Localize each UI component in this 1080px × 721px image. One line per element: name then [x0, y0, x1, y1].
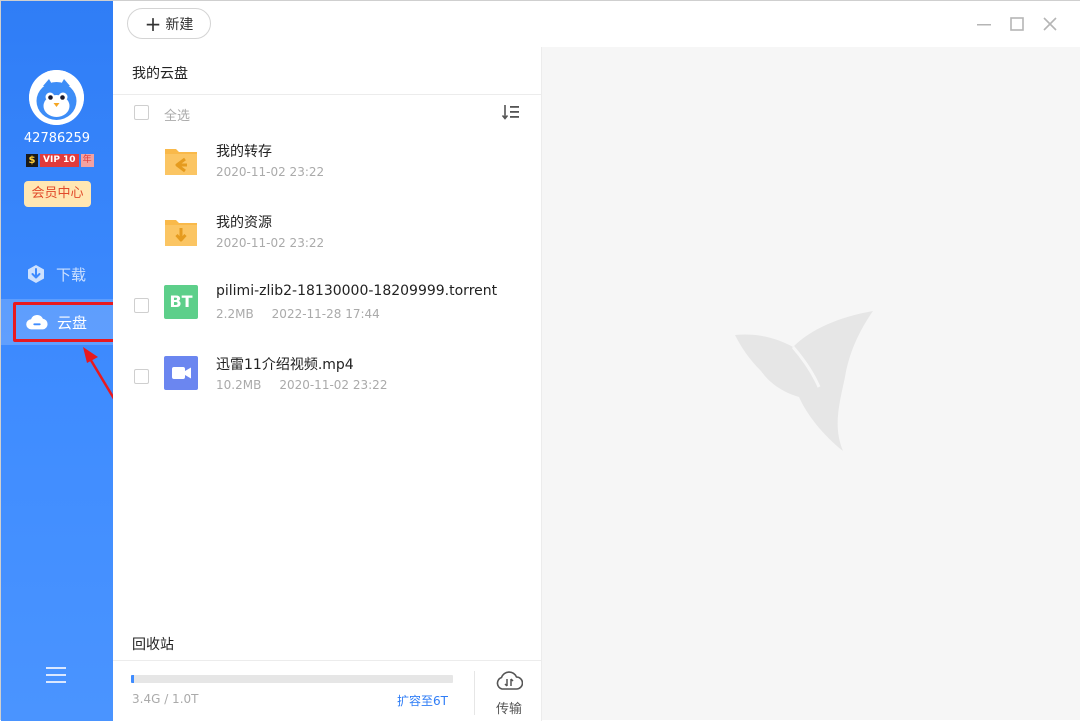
minimize-icon[interactable] [971, 11, 997, 37]
hummingbird-logo-icon [735, 311, 873, 451]
transfer-button[interactable]: 传输 [491, 669, 527, 719]
cloud-icon [26, 311, 48, 333]
cloud-transfer-icon [496, 671, 524, 690]
avatar[interactable] [29, 70, 84, 125]
file-name: 迅雷11介绍视频.mp4 [216, 357, 354, 373]
select-all-label: 全选 [164, 109, 191, 124]
list-item[interactable]: 迅雷11介绍视频.mp4 10.2MB 2020-11-02 23:22 [113, 344, 541, 410]
folder-resource-icon [165, 220, 197, 246]
app-window: 42786259 $ VIP 10 年 会员中心 下载 云盘 + 新建 我的云盘… [0, 0, 1080, 721]
file-date: 2020-11-02 23:22 [216, 165, 325, 179]
list-item[interactable]: BT pilimi-zlib2-18130000-18209999.torren… [113, 273, 541, 339]
torrent-file-icon: BT [164, 285, 198, 319]
sidebar-item-label: 云盘 [57, 313, 88, 332]
plus-icon: + [144, 11, 162, 36]
new-button[interactable]: + 新建 [127, 8, 211, 39]
vip-year: 年 [80, 153, 94, 167]
new-button-label: 新建 [165, 16, 194, 33]
divider [474, 671, 475, 715]
file-meta: 2020-11-02 23:22 [216, 236, 324, 250]
file-size: 10.2MB [216, 378, 262, 392]
divider [113, 94, 541, 95]
panel-title: 我的云盘 [132, 66, 188, 82]
file-date: 2022-11-28 17:44 [271, 307, 380, 321]
recycle-bin[interactable]: 回收站 [132, 634, 174, 654]
menu-icon[interactable] [45, 665, 67, 685]
top-toolbar: + 新建 [113, 1, 1080, 48]
transfer-label: 传输 [495, 702, 522, 717]
file-meta: 2.2MB 2022-11-28 17:44 [216, 307, 380, 321]
file-meta: 10.2MB 2020-11-02 23:22 [216, 378, 387, 392]
file-name: 我的资源 [216, 215, 272, 231]
row-checkbox[interactable] [134, 298, 149, 313]
file-meta: 2020-11-02 23:22 [216, 165, 324, 179]
expand-storage-link[interactable]: 扩容至6T [397, 692, 448, 709]
file-date: 2020-11-02 23:22 [279, 378, 388, 392]
storage-progress-bar [131, 675, 453, 683]
bird-avatar-icon [29, 70, 84, 125]
folder-transfer-icon [165, 149, 197, 175]
list-item[interactable]: 我的资源 2020-11-02 23:22 [113, 202, 541, 268]
storage-usage: 3.4G / 1.0T [132, 692, 199, 706]
download-icon [25, 263, 47, 285]
user-id: 42786259 [23, 131, 91, 146]
divider [113, 660, 541, 661]
preview-area [542, 47, 1080, 720]
vip-dollar-icon: $ [26, 153, 38, 167]
vip-level: VIP 10 [40, 153, 79, 167]
file-name: 我的转存 [216, 144, 272, 160]
sidebar-item-label: 下载 [56, 265, 87, 284]
video-file-icon [164, 356, 198, 390]
file-size: 2.2MB [216, 307, 254, 321]
sidebar-item-download[interactable]: 下载 [1, 251, 113, 297]
file-date: 2020-11-02 23:22 [216, 236, 325, 250]
sort-icon[interactable] [501, 103, 521, 121]
file-name: pilimi-zlib2-18130000-18209999.torrent [216, 283, 498, 299]
member-center-button[interactable]: 会员中心 [24, 181, 91, 207]
row-checkbox[interactable] [134, 369, 149, 384]
vip-badge: $ VIP 10 年 [26, 153, 94, 167]
close-icon[interactable] [1037, 11, 1063, 37]
sidebar-item-cloud[interactable]: 云盘 [1, 299, 113, 345]
storage-progress-fill [131, 675, 135, 683]
select-all-checkbox[interactable] [134, 105, 149, 120]
list-item[interactable]: 我的转存 2020-11-02 23:22 [113, 131, 541, 197]
file-panel: 我的云盘 全选 我的转存 2020-11-02 23:22 我的资源 2020-… [113, 47, 542, 721]
maximize-icon[interactable] [1004, 11, 1030, 37]
